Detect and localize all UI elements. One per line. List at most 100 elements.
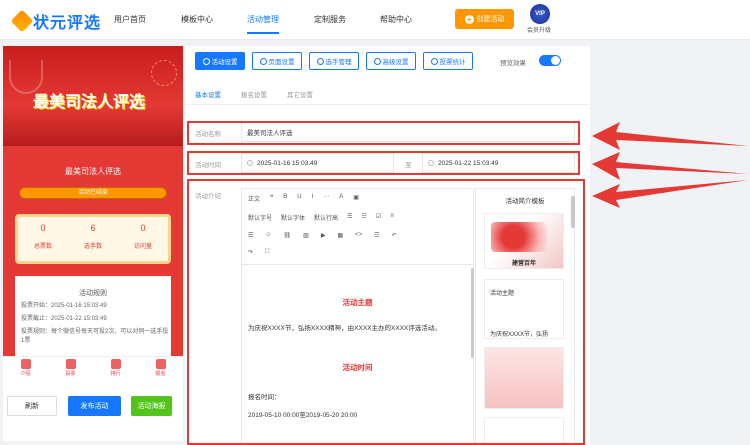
underline-icon[interactable]: U [297, 194, 301, 203]
nav-home[interactable]: 用户首页 [114, 14, 146, 25]
table-icon[interactable]: ▦ [337, 232, 343, 239]
tab-vote[interactable]: 投票 [48, 357, 93, 382]
logo-icon [10, 9, 34, 33]
vote-statistics-button[interactable]: 投票统计 [423, 52, 473, 70]
nav-custom-service[interactable]: 定制服务 [314, 14, 346, 25]
video-icon[interactable]: ▶ [321, 232, 326, 239]
preview-card: 最美司法人评选 活动已结束 0 总票数 6 选手数 0 访问量 活动规则 投票开… [3, 146, 183, 386]
stat-label: 总票数 [33, 244, 52, 250]
end-time-value: 2025-01-22 15:03:49 [438, 159, 499, 167]
image-icon[interactable]: ▨ [303, 232, 309, 239]
preview-card-title: 最美司法人评选 [65, 167, 121, 176]
sliders-icon [373, 57, 381, 65]
advanced-settings-button[interactable]: 高级设置 [366, 52, 416, 70]
logo[interactable]: 状元评选 [10, 9, 101, 33]
page-settings-button[interactable]: 页面设置 [252, 52, 302, 70]
bullet-list-icon[interactable]: ☰ [347, 213, 352, 222]
tab-ranking[interactable]: 排行 [93, 357, 138, 382]
code-icon[interactable]: <> [355, 232, 362, 239]
quote-icon[interactable]: ❝ [270, 194, 273, 203]
content-heading: 活动主题 [342, 298, 373, 307]
refresh-button[interactable]: 刷新 [7, 396, 57, 416]
numbered-list-icon[interactable]: ☷ [361, 213, 366, 222]
template-card[interactable] [484, 347, 564, 409]
start-time-value: 2025-01-16 15:03:49 [257, 159, 318, 167]
activity-name-input[interactable]: 最美司法人评选 [241, 122, 575, 142]
line-height-dropdown[interactable]: 默认行高 [314, 213, 338, 222]
nav-templates[interactable]: 模板中心 [181, 14, 213, 25]
gear-icon [259, 57, 267, 65]
button-label: 活动设置 [211, 59, 238, 66]
start-time-input[interactable]: 2025-01-16 15:03:49 [241, 153, 394, 173]
preview-banner: 最美司法人评选 [3, 46, 183, 146]
indent-icon[interactable]: ☰ [248, 232, 253, 239]
tab-intro[interactable]: 介绍 [3, 357, 48, 382]
top-nav-bar: 状元评选 用户首页 模板中心 活动管理 定制服务 帮助中心 + 创建活动 VIP… [0, 0, 750, 40]
font-size-dropdown[interactable]: 默认字号 [248, 213, 272, 222]
preview-tabbar: 介绍 投票 排行 报名 [3, 356, 183, 382]
end-time-input[interactable]: 2025-01-22 15:03:49 [422, 153, 575, 173]
sparkle-decoration [151, 60, 177, 86]
tab-signup-settings[interactable]: 报名设置 [241, 89, 267, 99]
redo-icon[interactable]: ↷ [248, 249, 253, 256]
preview-toggle[interactable] [539, 55, 561, 66]
template-thumbnail [491, 222, 547, 252]
plus-icon: + [464, 14, 474, 24]
editor-scrollbar[interactable] [471, 268, 474, 358]
template-card[interactable]: 建营百年 [484, 213, 564, 269]
paragraph-format-dropdown[interactable]: 正文 [248, 194, 260, 203]
template-caption: 建营百年 [511, 261, 536, 267]
vip-upgrade-label[interactable]: 会员升级 [527, 25, 551, 34]
create-activity-label: 创建活动 [476, 16, 505, 23]
annotation-arrow [592, 122, 748, 150]
background-color-icon[interactable]: ▣ [353, 194, 359, 203]
emoji-icon[interactable]: ☺ [265, 232, 271, 239]
intro-icon [20, 359, 31, 369]
link-icon[interactable]: ⛓ [284, 232, 292, 239]
publish-activity-button[interactable]: 发布活动 [68, 396, 121, 416]
activity-name-label: 活动名称 [195, 131, 221, 138]
activity-settings-button[interactable]: 活动设置 [195, 52, 245, 70]
template-panel-title: 活动简介模板 [505, 198, 545, 205]
banner-title: 最美司法人评选 [33, 92, 146, 111]
mobile-preview: 最美司法人评选 最美司法人评选 活动已结束 0 总票数 6 选手数 0 访问量 … [3, 46, 183, 441]
toolbar-row: 正文 ❝ B U I ··· A ▣ [242, 189, 473, 208]
preview-toggle-label: 预览效果 [500, 60, 526, 67]
stat-visits: 0 访问量 [118, 217, 168, 261]
vip-icon[interactable]: VIP [530, 4, 550, 24]
divider-icon[interactable]: ☲ [374, 232, 379, 239]
rules-title: 活动规则 [79, 290, 107, 297]
align-icon[interactable]: ≡ [390, 213, 394, 222]
italic-icon[interactable]: I [312, 194, 314, 203]
font-family-dropdown[interactable]: 默认字体 [281, 213, 305, 222]
activity-poster-button[interactable]: 活动海报 [131, 396, 172, 416]
tab-basic-settings[interactable]: 基本设置 [195, 89, 221, 105]
tab-signup[interactable]: 报名 [138, 357, 183, 382]
template-card[interactable] [484, 417, 564, 444]
content-heading: 活动时间 [342, 363, 373, 372]
stat-value: 6 [90, 223, 96, 233]
settings-panel: 活动设置 页面设置 选手管理 高级设置 投票统计 预览效果 基本设置 报名设置 … [185, 46, 590, 445]
template-panel: 活动简介模板 建营百年 活动主题 为庆祝XXXX节，弘扬 [475, 188, 575, 445]
font-color-icon[interactable]: A [339, 194, 343, 203]
bold-icon[interactable]: B [283, 194, 287, 203]
nav-activity-management[interactable]: 活动管理 [247, 14, 279, 34]
tab-label: 介绍 [20, 371, 31, 377]
contestant-management-button[interactable]: 选手管理 [309, 52, 359, 70]
toolbar-row: 默认字号 默认字体 默认行高 ☰ ☷ ☑ ≡ [242, 208, 473, 227]
checklist-icon[interactable]: ☑ [376, 213, 381, 222]
stat-label: 访问量 [133, 244, 152, 250]
fullscreen-icon[interactable]: ⛶ [265, 249, 269, 256]
template-card[interactable]: 活动主题 为庆祝XXXX节，弘扬 [484, 279, 564, 339]
chart-icon [430, 57, 438, 65]
content-paragraph: 报名时间： [248, 394, 281, 401]
more-icon[interactable]: ··· [323, 194, 329, 203]
undo-icon[interactable]: ↶ [392, 232, 397, 239]
nav-help[interactable]: 帮助中心 [380, 14, 412, 25]
template-scrollbar[interactable] [571, 196, 575, 228]
rule-voting: 投票规则：每个微信号每天可投2次，可以对同一选手投1票 [21, 329, 169, 344]
create-activity-button[interactable]: + 创建活动 [455, 9, 514, 29]
tab-other-settings[interactable]: 其它设置 [287, 89, 313, 99]
rich-text-editor[interactable]: 活动主题 为庆祝XXXX节，弘扬XXXX精神，由XXXX主办的XXXX评选活动。… [241, 264, 474, 445]
time-separator: 至 [405, 162, 412, 169]
